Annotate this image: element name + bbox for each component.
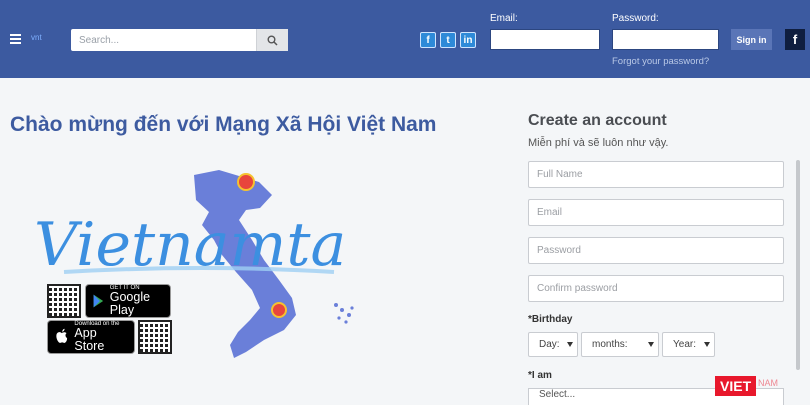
birthday-year-select[interactable]: Year:	[662, 332, 715, 357]
gender-select-value: Select...	[539, 389, 576, 400]
birthday-label: *Birthday	[528, 314, 573, 325]
site-logo[interactable]: vnt	[31, 33, 63, 45]
chevron-down-icon	[567, 342, 573, 347]
app-store-big-text: App Store	[74, 326, 105, 353]
map-pin-south	[271, 302, 287, 318]
vietnamnet-watermark: VIET	[715, 376, 757, 396]
search-input[interactable]	[71, 29, 256, 51]
top-navigation-bar: vnt f t in Email: Password: Sign in f Fo…	[0, 0, 810, 78]
qr-code-app-store	[138, 320, 172, 354]
google-play-big-text: Google Play	[109, 290, 151, 317]
password-label: Password:	[612, 13, 659, 24]
island-dots	[334, 303, 354, 324]
password-field[interactable]	[528, 237, 784, 264]
apple-icon	[56, 328, 68, 343]
day-select-value: Day:	[539, 339, 560, 350]
form-scrollbar[interactable]	[796, 160, 800, 370]
email-field[interactable]	[528, 199, 784, 226]
map-pin-north	[237, 173, 255, 191]
full-name-field[interactable]	[528, 161, 784, 188]
year-select-value: Year:	[673, 339, 696, 350]
sign-in-button[interactable]: Sign in	[731, 29, 772, 50]
birthday-month-select[interactable]: months:	[581, 332, 659, 357]
confirm-password-field[interactable]	[528, 275, 784, 302]
email-label: Email:	[490, 13, 518, 24]
vietnamnet-watermark-suffix: NAM	[758, 378, 778, 388]
search-button[interactable]	[256, 29, 288, 51]
forgot-password-link[interactable]: Forgot your password?	[612, 56, 709, 67]
search-box	[71, 29, 288, 51]
login-email-field[interactable]	[490, 29, 600, 50]
google-play-badge[interactable]: GET IT ON Google Play	[85, 284, 171, 318]
login-password-field[interactable]	[612, 29, 719, 50]
app-store-badge[interactable]: Download on the App Store	[47, 320, 135, 354]
gender-label: *I am	[528, 370, 552, 381]
linkedin-share-icon[interactable]: in	[460, 32, 476, 48]
birthday-day-select[interactable]: Day:	[528, 332, 578, 357]
search-icon	[267, 35, 278, 46]
chevron-down-icon	[704, 342, 710, 347]
facebook-share-icon[interactable]: f	[420, 32, 436, 48]
month-select-value: months:	[592, 339, 628, 350]
create-account-subtitle: Miễn phí và sẽ luôn như vậy.	[528, 137, 669, 149]
qr-code-google-play	[47, 284, 81, 318]
google-play-icon	[93, 294, 104, 308]
twitter-share-icon[interactable]: t	[440, 32, 456, 48]
facebook-login-button[interactable]: f	[785, 29, 805, 50]
hamburger-menu-icon[interactable]	[10, 34, 21, 44]
welcome-heading: Chào mừng đến với Mạng Xã Hội Việt Nam	[10, 113, 437, 136]
chevron-down-icon	[648, 342, 654, 347]
create-account-heading: Create an account	[528, 112, 667, 129]
